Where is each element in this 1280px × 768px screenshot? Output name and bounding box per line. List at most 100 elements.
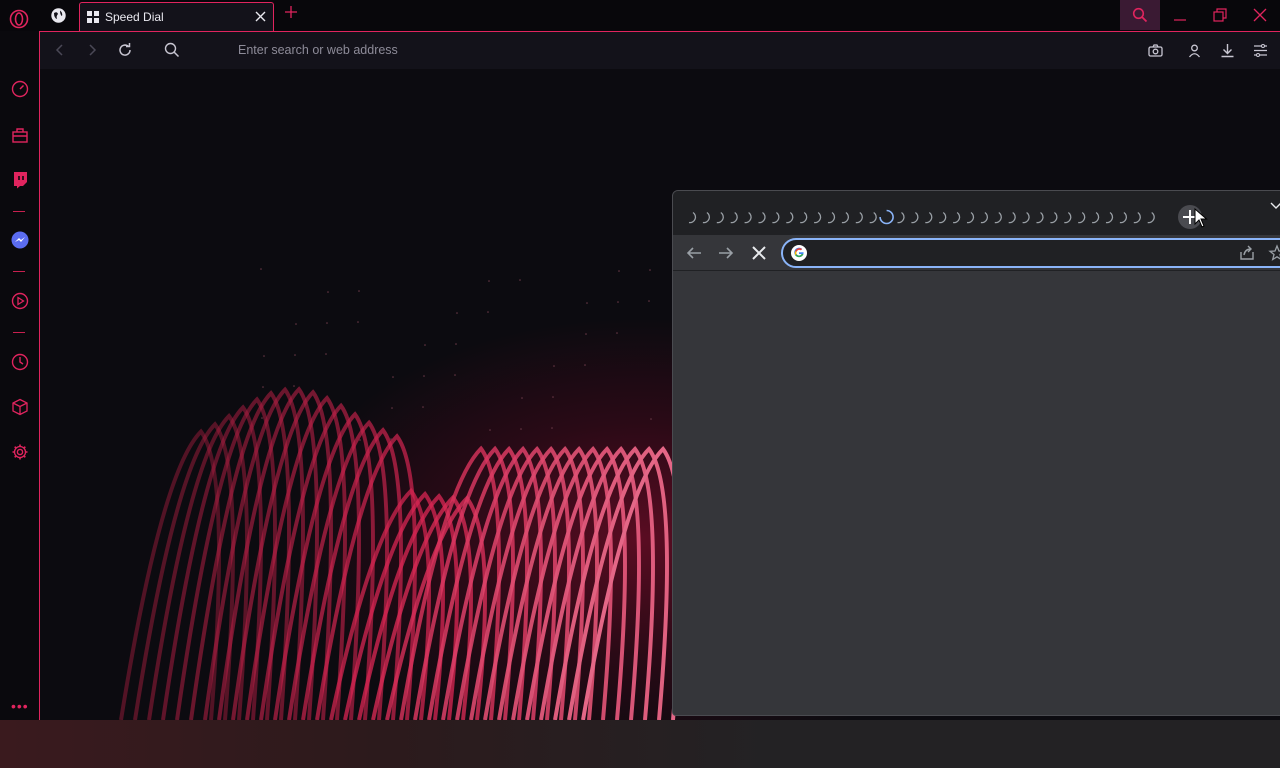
- loading-spinner-icon[interactable]: [730, 211, 738, 224]
- address-bar: Enter search or web address: [40, 31, 1280, 69]
- star-dot: [489, 429, 491, 431]
- star-dot: [618, 270, 620, 272]
- star-dot: [327, 291, 329, 293]
- loading-spinner-icon[interactable]: [1147, 211, 1155, 224]
- star-dot: [456, 312, 458, 314]
- reload-icon[interactable]: [117, 42, 133, 58]
- address-input[interactable]: Enter search or web address: [238, 43, 398, 57]
- snapshot-camera-icon[interactable]: [1148, 43, 1163, 58]
- chrome-window: [672, 190, 1280, 716]
- google-logo-icon: [791, 245, 807, 261]
- loading-spinner-icon[interactable]: [980, 211, 989, 224]
- bookmark-star-icon[interactable]: [1268, 244, 1280, 262]
- loading-spinner-icon[interactable]: [879, 209, 894, 225]
- star-dot: [263, 355, 265, 357]
- loading-spinner-icon[interactable]: [702, 211, 711, 224]
- star-dot: [358, 290, 360, 292]
- tab-speed-dial[interactable]: Speed Dial: [79, 2, 274, 32]
- loading-spinner-icon[interactable]: [786, 211, 794, 224]
- star-dot: [262, 386, 264, 388]
- loading-spinner-icon[interactable]: [800, 211, 808, 224]
- loading-spinner-icon[interactable]: [1008, 211, 1016, 224]
- chevron-down-icon[interactable]: [1269, 199, 1280, 213]
- close-window-icon[interactable]: [1253, 8, 1267, 22]
- minimize-icon[interactable]: [1173, 8, 1187, 22]
- loading-spinner-icon[interactable]: [772, 211, 780, 224]
- player-icon[interactable]: [11, 292, 29, 310]
- loading-spinner-icon[interactable]: [1105, 211, 1114, 224]
- loading-spinner-icon[interactable]: [939, 211, 947, 224]
- tab-title: Speed Dial: [105, 10, 164, 24]
- loading-spinner-icon[interactable]: [1078, 211, 1086, 224]
- twitch-icon[interactable]: [11, 171, 29, 189]
- star-dot: [648, 300, 650, 302]
- sidebar-more-icon[interactable]: •••: [11, 698, 29, 714]
- forward-arrow-icon[interactable]: [717, 244, 735, 262]
- new-tab-plus-icon[interactable]: [284, 5, 298, 19]
- star-dot: [616, 332, 618, 334]
- star-dot: [295, 323, 297, 325]
- settings-gear-icon[interactable]: [11, 443, 29, 461]
- download-icon[interactable]: [1220, 43, 1235, 58]
- loading-spinner-icon[interactable]: [869, 211, 877, 224]
- star-dot: [260, 268, 262, 270]
- share-icon[interactable]: [1238, 244, 1256, 262]
- loading-spinner-icon[interactable]: [841, 211, 850, 224]
- restore-icon[interactable]: [1213, 8, 1227, 22]
- loading-spinner-icon[interactable]: [966, 211, 975, 224]
- shopping-icon[interactable]: [11, 126, 29, 144]
- forward-icon[interactable]: [84, 42, 100, 58]
- star-dot: [520, 428, 522, 430]
- loading-spinner-icon[interactable]: [911, 211, 919, 224]
- chrome-toolbar: [673, 235, 1280, 271]
- loading-spinner-icon[interactable]: [1064, 211, 1072, 224]
- speed-dial-grid-icon: [87, 11, 99, 23]
- omnibox-input[interactable]: [781, 238, 1280, 268]
- sidebar-separator: [13, 332, 25, 333]
- loading-spinner-icon[interactable]: [952, 211, 961, 224]
- star-dot: [359, 439, 361, 441]
- desktop: Speed Dial Enter search or web address •…: [0, 0, 1280, 768]
- loading-spinner-icon[interactable]: [994, 211, 1002, 224]
- speed-dial-icon[interactable]: [11, 80, 29, 98]
- account-icon[interactable]: [1187, 43, 1202, 58]
- extensions-cube-icon[interactable]: [11, 398, 29, 416]
- tab-search-button[interactable]: [1120, 0, 1160, 30]
- loading-spinner-icon[interactable]: [1091, 211, 1100, 224]
- close-tab-icon[interactable]: [254, 10, 267, 23]
- loading-spinner-icon[interactable]: [1133, 211, 1141, 224]
- loading-spinner-icon[interactable]: [897, 211, 905, 224]
- back-arrow-icon[interactable]: [685, 244, 703, 262]
- star-dot: [325, 353, 327, 355]
- loading-spinner-icon[interactable]: [716, 211, 724, 224]
- globe-icon[interactable]: [50, 7, 67, 24]
- opera-logo-icon[interactable]: [9, 9, 29, 29]
- loading-spinner-icon[interactable]: [758, 211, 766, 224]
- loading-spinner-icon[interactable]: [925, 211, 933, 224]
- sidebar-separator: [13, 211, 25, 212]
- loading-spinner-icon[interactable]: [1119, 211, 1128, 224]
- star-dot: [551, 427, 553, 429]
- star-dot: [422, 406, 424, 408]
- loading-spinner-icon[interactable]: [827, 211, 836, 224]
- star-dot: [392, 376, 394, 378]
- easy-setup-icon[interactable]: [1253, 43, 1268, 58]
- loading-spinner-icon[interactable]: [1036, 211, 1044, 224]
- stop-loading-icon[interactable]: [750, 244, 768, 262]
- loading-spinner-icon[interactable]: [855, 211, 863, 224]
- star-dot: [424, 344, 426, 346]
- star-dot: [326, 322, 328, 324]
- history-icon[interactable]: [11, 353, 29, 371]
- back-icon[interactable]: [52, 42, 68, 58]
- star-dot: [294, 354, 296, 356]
- loading-spinner-icon[interactable]: [813, 211, 822, 224]
- star-dot: [488, 280, 490, 282]
- messenger-icon[interactable]: [11, 231, 29, 249]
- loading-spinner-icon[interactable]: [1050, 211, 1058, 224]
- star-dot: [553, 365, 555, 367]
- star-dot: [519, 279, 521, 281]
- star-dot: [487, 311, 489, 313]
- loading-spinner-icon[interactable]: [744, 211, 752, 224]
- loading-spinner-icon[interactable]: [1022, 211, 1030, 224]
- loading-spinner-icon[interactable]: [688, 211, 697, 224]
